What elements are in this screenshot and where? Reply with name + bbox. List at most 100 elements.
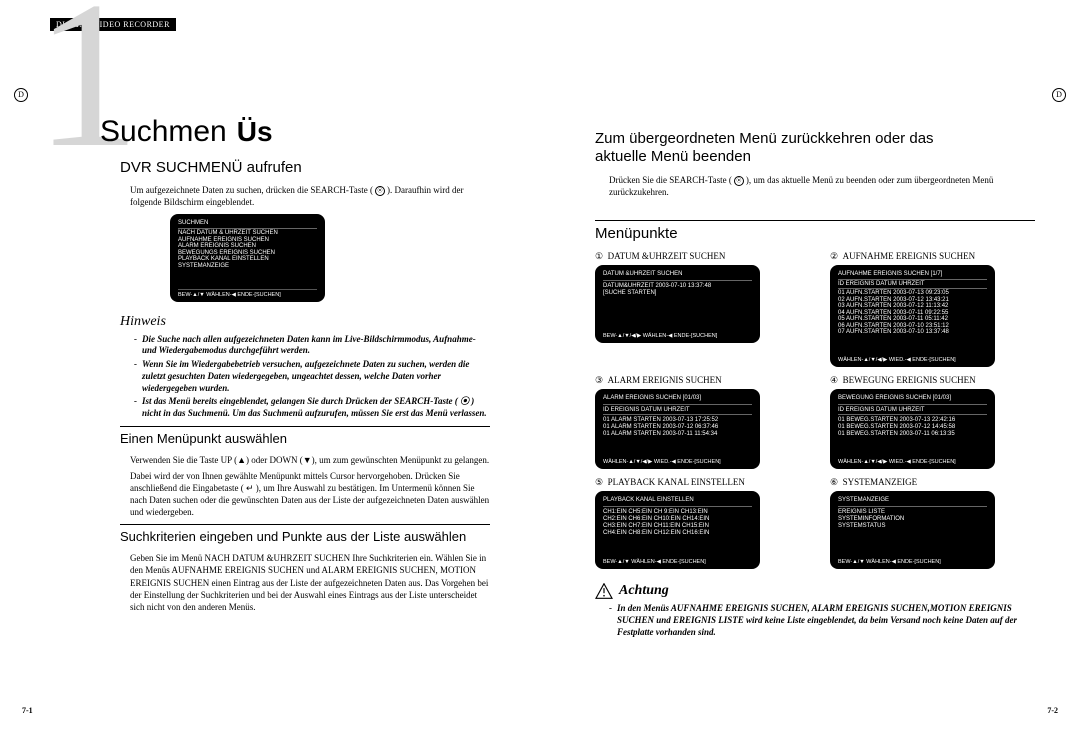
chapter-title-text-b: Üs bbox=[237, 116, 273, 148]
warning-icon bbox=[595, 583, 613, 599]
screen-line: 01 AUFN.STARTEN 2003-07-13 09:23:05 bbox=[838, 290, 987, 296]
screen-playback-kanal: PLAYBACK KANAL EINSTELLEN CH1:EIN CH5:EI… bbox=[595, 491, 760, 569]
text: aktuelle Menü beenden bbox=[595, 148, 751, 165]
screen-line: 02 AUFN.STARTEN 2003-07-12 13:43:21 bbox=[838, 297, 987, 303]
chapter-title-text-a: Suchmen bbox=[100, 115, 227, 149]
screen-line: SYSTEMANZEIGE bbox=[178, 263, 317, 269]
screen-footer: WÄHLEN-▲/▼/◀/▶ WIED.-◀ ENDE-[SUCHEN] bbox=[838, 355, 987, 363]
screen-aufnahme-ereignis: AUFNAHME EREIGNIS SUCHEN [1/7] ID EREIGN… bbox=[830, 265, 995, 367]
paragraph: Verwenden Sie die Taste UP (▲) oder DOWN… bbox=[130, 454, 490, 466]
hinweis-item: Ist das Menü bereits eingeblendet, gelan… bbox=[134, 396, 490, 419]
page-number-right: 7-2 bbox=[1047, 706, 1058, 715]
chapter-title: Suchmen Üs bbox=[100, 115, 490, 149]
screen-line: ID EREIGNIS DATUM UHRZEIT bbox=[838, 407, 987, 413]
screen-footer: BEW-▲/▼/◀/▶ WÄHLEN-◀ ENDE-[SUCHEN] bbox=[603, 331, 752, 339]
screen-line: BEWEGUNGS EREIGNIS SUCHEN bbox=[178, 250, 317, 256]
menu-item-4: ④ BEWEGUNG EREIGNIS SUCHEN BEWEGUNG EREI… bbox=[830, 375, 1035, 469]
screen-systemanzeige: SYSTEMANZEIGE EREIGNIS LISTE SYSTEMINFOR… bbox=[830, 491, 995, 569]
hinweis-item: Die Suche nach allen aufgezeichneten Dat… bbox=[134, 334, 490, 357]
screen-title: BEWEGUNG EREIGNIS SUCHEN [01/03] bbox=[838, 395, 987, 401]
paragraph: Geben Sie im Menü NACH DATUM &UHRZEIT SU… bbox=[130, 552, 490, 613]
menu-item-5: ⑤ PLAYBACK KANAL EINSTELLEN PLAYBACK KAN… bbox=[595, 477, 800, 569]
language-badge-right: D bbox=[1052, 88, 1066, 102]
section-return-menu: Zum übergeordneten Menü zurückkehren ode… bbox=[595, 130, 1035, 166]
screen-title: DATUM &UHRZEIT SUCHEN bbox=[603, 271, 752, 277]
screen-line: ID EREIGNIS DATUM UHRZEIT bbox=[603, 407, 752, 413]
screen-datum-uhrzeit: DATUM &UHRZEIT SUCHEN DATUM&UHRZEIT 2003… bbox=[595, 265, 760, 343]
screen-line: 01 BEWEG.STARTEN 2003-07-13 22:42:16 bbox=[838, 417, 987, 423]
screen-line: SYSTEMINFORMATION bbox=[838, 516, 987, 522]
right-content: Zum übergeordneten Menü zurückkehren ode… bbox=[595, 130, 1035, 638]
text: Um aufgezeichnete Daten zu suchen, drück… bbox=[130, 185, 373, 195]
achtung-title: Achtung bbox=[619, 583, 669, 599]
screen-line: 04 AUFN.STARTEN 2003-07-11 09:22:55 bbox=[838, 310, 987, 316]
screen-line: ID EREIGNIS DATUM UHRZEIT bbox=[838, 281, 987, 287]
screen-line: [SUCHE STARTEN] bbox=[603, 290, 752, 296]
screen-line: DATUM&UHRZEIT 2003-07-10 13:37:48 bbox=[603, 283, 752, 289]
screen-footer: WÄHLEN-▲/▼/◀/▶ WIED.-◀ ENDE-[SUCHEN] bbox=[603, 457, 752, 465]
screen-bewegung-ereignis: BEWEGUNG EREIGNIS SUCHEN [01/03] ID EREI… bbox=[830, 389, 995, 469]
screen-line: SYSTEMSTATUS bbox=[838, 523, 987, 529]
screen-footer: BEW-▲/▼ WÄHLEN-◀ ENDE-[SUCHEN] bbox=[838, 557, 987, 565]
menu-label: ④ BEWEGUNG EREIGNIS SUCHEN bbox=[830, 375, 1035, 386]
screen-title: SUCHMEN bbox=[178, 220, 317, 226]
screen-line: AUFNAHME EREIGNIS SUCHEN bbox=[178, 237, 317, 243]
screen-title: SYSTEMANZEIGE bbox=[838, 497, 987, 503]
section-dvr-suchmenu: DVR SUCHMENÜ aufrufen bbox=[120, 159, 490, 176]
menu-label: ⑤ PLAYBACK KANAL EINSTELLEN bbox=[595, 477, 800, 488]
screen-line: EREIGNIS LISTE bbox=[838, 509, 987, 515]
screen-line: 01 BEWEG.STARTEN 2003-07-12 14:45:58 bbox=[838, 424, 987, 430]
screen-line: CH4:EIN CH8:EIN CH12:EIN CH16:EIN bbox=[603, 530, 752, 536]
page-number-left: 7-1 bbox=[22, 706, 33, 715]
menu-label: ③ ALARM EREIGNIS SUCHEN bbox=[595, 375, 800, 386]
menu-label: ⑥ SYSTEMANZEIGE bbox=[830, 477, 1035, 488]
screen-line: 06 AUFN.STARTEN 2003-07-10 23:51:12 bbox=[838, 323, 987, 329]
screen-footer: BEW-▲/▼ WÄHLEN-◀ ENDE-[SUCHEN] bbox=[178, 289, 317, 298]
hinweis-heading: Hinweis bbox=[120, 314, 490, 330]
screen-line: 01 BEWEG.STARTEN 2003-07-11 06:13:35 bbox=[838, 431, 987, 437]
chapter-number-graphic: 1 bbox=[35, 0, 140, 180]
left-content: DVR SUCHMENÜ aufrufen Um aufgezeichnete … bbox=[120, 159, 490, 613]
menu-label: ② AUFNAHME EREIGNIS SUCHEN bbox=[830, 251, 1035, 262]
screen-title: ALARM EREIGNIS SUCHEN [01/03] bbox=[603, 395, 752, 401]
menu-item-6: ⑥ SYSTEMANZEIGE SYSTEMANZEIGE EREIGNIS L… bbox=[830, 477, 1035, 569]
screen-line: 05 AUFN.STARTEN 2003-07-11 05:11:42 bbox=[838, 316, 987, 322]
page-spread: DIGITAL VIDEO RECORDER D 1 Suchmen Üs DV… bbox=[0, 0, 1080, 739]
search-button-icon: ⦿ bbox=[734, 176, 744, 186]
menu-item-3: ③ ALARM EREIGNIS SUCHEN ALARM EREIGNIS S… bbox=[595, 375, 800, 469]
text: Zum übergeordneten Menü zurückkehren ode… bbox=[595, 130, 934, 147]
hinweis-item: Wenn Sie im Wiedergabebetrieb versuchen,… bbox=[134, 359, 490, 394]
paragraph-intro: Um aufgezeichnete Daten zu suchen, drück… bbox=[130, 184, 490, 208]
screen-line: 01 ALARM STARTEN 2003-07-12 06:37:46 bbox=[603, 424, 752, 430]
screen-line: ALARM EREIGNIS SUCHEN bbox=[178, 243, 317, 249]
menu-item-1: ① DATUM &UHRZEIT SUCHEN DATUM &UHRZEIT S… bbox=[595, 251, 800, 367]
screen-line: CH2:EIN CH6:EIN CH10:EIN CH14:EIN bbox=[603, 516, 752, 522]
screen-line: 01 ALARM STARTEN 2003-07-11 11:54:34 bbox=[603, 431, 752, 437]
screen-line: 01 ALARM STARTEN 2003-07-13 17:25:52 bbox=[603, 417, 752, 423]
screen-suchmen: SUCHMEN NACH DATUM & UHRZEIT SUCHEN AUFN… bbox=[170, 214, 325, 302]
section-select-menuitem: Einen Menüpunkt auswählen bbox=[120, 426, 490, 446]
section-search-criteria: Suchkriterien eingeben und Punkte aus de… bbox=[120, 524, 490, 544]
screen-line: PLAYBACK KANAL EINSTELLEN bbox=[178, 256, 317, 262]
screen-line: 03 AUFN.STARTEN 2003-07-12 11:13:42 bbox=[838, 303, 987, 309]
screen-footer: WÄHLEN-▲/▼/◀/▶ WIED.-◀ ENDE-[SUCHEN] bbox=[838, 457, 987, 465]
screen-line: CH1:EIN CH5:EIN CH 9:EIN CH13:EIN bbox=[603, 509, 752, 515]
text: Drücken Sie die SEARCH-Taste ( bbox=[609, 175, 732, 185]
right-page: D Zum übergeordneten Menü zurückkehren o… bbox=[540, 0, 1080, 739]
menu-item-2: ② AUFNAHME EREIGNIS SUCHEN AUFNAHME EREI… bbox=[830, 251, 1035, 367]
screen-alarm-ereignis: ALARM EREIGNIS SUCHEN [01/03] ID EREIGNI… bbox=[595, 389, 760, 469]
achtung-list: In den Menüs AUFNAHME EREIGNIS SUCHEN, A… bbox=[609, 603, 1035, 638]
paragraph: Dabei wird der von Ihnen gewählte Menüpu… bbox=[130, 470, 490, 519]
screen-title: AUFNAHME EREIGNIS SUCHEN [1/7] bbox=[838, 271, 987, 277]
screen-footer: BEW-▲/▼ WÄHLEN-◀ ENDE-[SUCHEN] bbox=[603, 557, 752, 565]
screen-line: CH3:EIN CH7:EIN CH11:EIN CH15:EIN bbox=[603, 523, 752, 529]
menu-label: ① DATUM &UHRZEIT SUCHEN bbox=[595, 251, 800, 262]
screen-line: 07 AUFN.STARTEN 2003-07-10 13:37:48 bbox=[838, 329, 987, 335]
paragraph: Drücken Sie die SEARCH-Taste (⦿), um das… bbox=[609, 174, 1035, 198]
section-menupunkte: Menüpunkte bbox=[595, 220, 1035, 243]
hinweis-list: Die Suche nach allen aufgezeichneten Dat… bbox=[134, 334, 490, 420]
screen-title: PLAYBACK KANAL EINSTELLEN bbox=[603, 497, 752, 503]
achtung-item: In den Menüs AUFNAHME EREIGNIS SUCHEN, A… bbox=[609, 603, 1035, 638]
language-badge-left: D bbox=[14, 88, 28, 102]
achtung-heading-row: Achtung bbox=[595, 583, 1035, 599]
